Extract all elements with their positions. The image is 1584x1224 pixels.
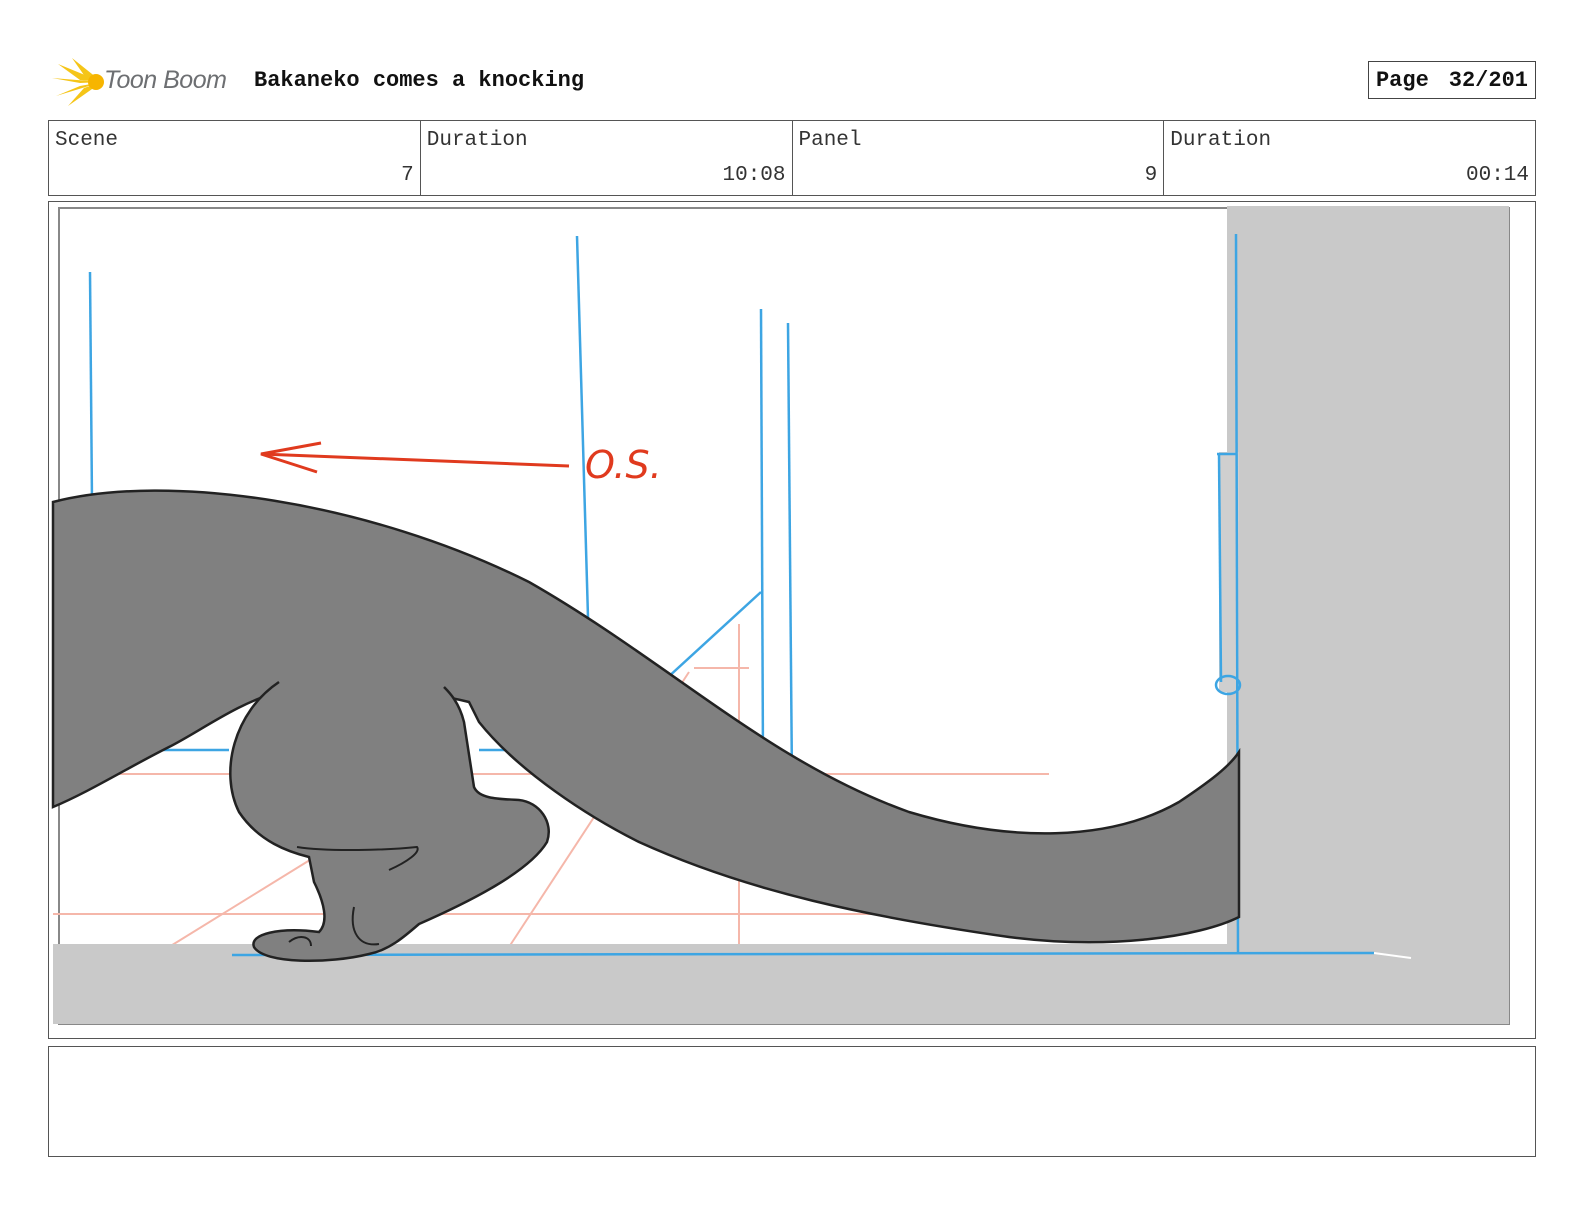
- storyboard-panel: O.S.: [48, 201, 1536, 1039]
- floor: [53, 944, 1243, 1024]
- panel-value: 9: [1144, 164, 1158, 187]
- panel-label: Panel: [798, 129, 862, 152]
- scene-value: 7: [401, 164, 414, 187]
- page-indicator: Page 32/201: [1367, 61, 1536, 99]
- document-title: Bakaneko comes a knocking: [254, 68, 585, 93]
- storyboard-header: Toon Boom Bakaneko comes a knocking Page…: [50, 52, 1536, 108]
- panel-drawing: O.S.: [51, 206, 1510, 1025]
- panel-notes-box: [48, 1046, 1536, 1157]
- toon-boom-logo: Toon Boom: [50, 56, 240, 108]
- scene-cell: Scene 7: [49, 121, 421, 195]
- wall: [1227, 206, 1509, 1024]
- offscreen-annotation: O.S.: [585, 443, 662, 487]
- scene-label: Scene: [55, 129, 119, 152]
- panel-duration-label: Duration: [1170, 129, 1272, 152]
- panel-cell: Panel 9: [793, 121, 1165, 195]
- brand-name: Toon Boom: [104, 66, 227, 94]
- panel-info-table: Scene 7 Duration 10:08 Panel 9 Duration …: [48, 120, 1536, 196]
- page-number: 32/201: [1448, 67, 1528, 93]
- panel-duration-cell: Duration 00:14: [1164, 121, 1535, 195]
- page-label: Page: [1375, 67, 1429, 93]
- panel-duration-value: 00:14: [1465, 164, 1529, 187]
- scene-duration-label: Duration: [426, 129, 528, 152]
- scene-duration-cell: Duration 10:08: [421, 121, 793, 195]
- scene-duration-value: 10:08: [722, 164, 786, 187]
- starburst-icon: [52, 58, 104, 106]
